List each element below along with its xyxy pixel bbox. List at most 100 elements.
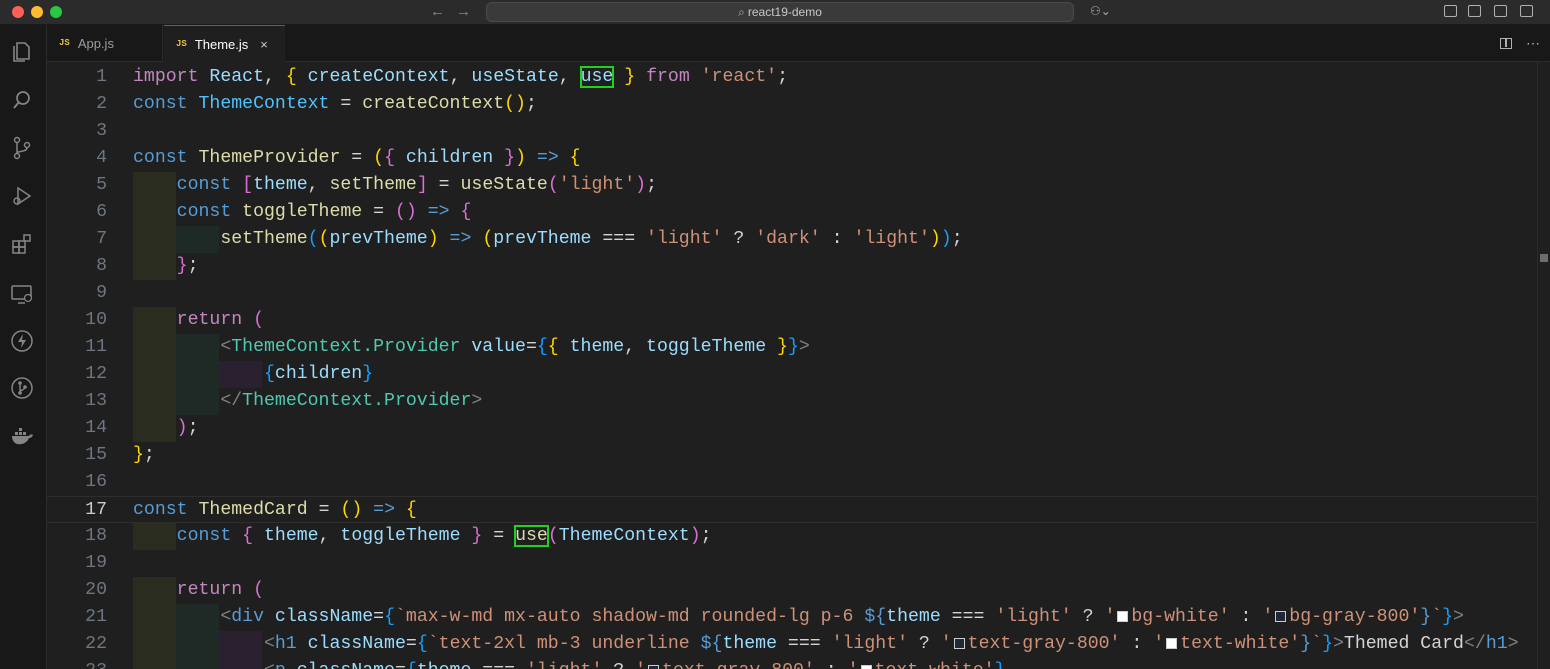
code-token: = — [395, 661, 406, 669]
lightning-icon[interactable] — [9, 328, 35, 354]
code-token: ; — [525, 94, 537, 114]
extensions-icon[interactable] — [9, 231, 35, 257]
highlighted-use-token: use — [514, 525, 549, 547]
code-line[interactable]: 2 const ThemeContext = createContext(); — [47, 91, 1537, 118]
code-token: value — [460, 337, 526, 357]
code-token: ' — [848, 661, 859, 669]
code-token: { — [569, 148, 581, 168]
code-token: ; — [951, 229, 963, 249]
code-line[interactable]: 18 const { theme, toggleTheme } = use(Th… — [47, 523, 1537, 550]
line-number: 11 — [85, 337, 107, 357]
code-token: : — [1120, 634, 1154, 654]
code-line[interactable]: 8 }; — [47, 253, 1537, 280]
files-icon[interactable] — [9, 39, 35, 65]
line-number: 9 — [96, 283, 107, 303]
more-actions-icon[interactable]: ⋯ — [1526, 35, 1540, 51]
close-tab-icon[interactable]: × — [260, 37, 268, 52]
code-token: = — [307, 500, 341, 520]
code-token: ${ — [864, 607, 887, 627]
git-graph-icon[interactable] — [9, 375, 35, 401]
code-line[interactable]: 19 — [47, 550, 1537, 577]
code-token: > — [1332, 634, 1344, 654]
close-window-button[interactable] — [12, 6, 24, 18]
code-text: return ( — [133, 577, 264, 604]
code-text: <div className={`max-w-md mx-auto shadow… — [133, 604, 1464, 631]
scrollbar-thumb[interactable] — [1540, 254, 1548, 262]
tab-theme-js[interactable]: JS Theme.js × — [164, 25, 285, 62]
code-line[interactable]: 7 setTheme((prevTheme) => (prevTheme ===… — [47, 226, 1537, 253]
code-token: toggleTheme — [242, 202, 363, 222]
source-control-icon[interactable] — [9, 135, 35, 161]
forward-arrow-icon[interactable]: → — [456, 3, 471, 20]
code-line[interactable]: 13 </ThemeContext.Provider> — [47, 388, 1537, 415]
run-debug-icon[interactable] — [9, 183, 35, 209]
command-center-search[interactable]: ⌕ react19-demo — [486, 2, 1074, 22]
code-token: ( — [504, 94, 516, 114]
tab-app-js[interactable]: JS App.js — [47, 25, 163, 61]
code-line[interactable]: 14 ); — [47, 415, 1537, 442]
color-swatch-icon[interactable] — [1117, 611, 1129, 622]
code-token: === — [591, 229, 647, 249]
code-line[interactable]: 17 const ThemedCard = () => { — [47, 496, 1537, 523]
editor-scrollbar[interactable] — [1537, 62, 1550, 669]
customize-layout-icon[interactable] — [1444, 5, 1457, 17]
code-line[interactable]: 12 {children} — [47, 361, 1537, 388]
code-line[interactable]: 4 const ThemeProvider = ({ children }) =>… — [47, 145, 1537, 172]
color-swatch-icon[interactable] — [648, 665, 660, 669]
remote-explorer-icon[interactable] — [9, 281, 35, 307]
color-swatch-icon[interactable] — [953, 638, 965, 649]
code-line[interactable]: 5 const [theme, setTheme] = useState('li… — [47, 172, 1537, 199]
copilot-icon[interactable]: ⚇⌄ — [1090, 4, 1111, 18]
code-text: }; — [133, 253, 199, 280]
code-line[interactable]: 10 return ( — [47, 307, 1537, 334]
code-token: = — [525, 337, 537, 357]
color-swatch-icon[interactable] — [1275, 611, 1287, 622]
code-text: <ThemeContext.Provider value={{ theme, t… — [133, 334, 809, 361]
code-line[interactable]: 6 const toggleTheme = () => { — [47, 199, 1537, 226]
toggle-secondary-sidebar-icon[interactable] — [1520, 5, 1533, 17]
code-line[interactable]: 15}; — [47, 442, 1537, 469]
code-line[interactable]: 16 — [47, 469, 1537, 496]
code-token: } — [1322, 634, 1333, 654]
code-token: > — [1507, 634, 1519, 654]
code-text: <h1 className={`text-2xl mb-3 underline … — [133, 631, 1519, 658]
split-editor-icon[interactable] — [1500, 38, 1513, 49]
color-swatch-icon[interactable] — [1166, 638, 1178, 649]
code-line[interactable]: 9 — [47, 280, 1537, 307]
code-line[interactable]: 22 <h1 className={`text-2xl mb-3 underli… — [47, 631, 1537, 658]
code-token: 'light' — [831, 634, 908, 654]
toggle-primary-sidebar-icon[interactable] — [1468, 5, 1481, 17]
code-token: ; — [777, 67, 789, 87]
code-token: setTheme — [133, 229, 308, 249]
line-number: 20 — [85, 580, 107, 600]
code-token: = — [427, 175, 461, 195]
toggle-panel-icon[interactable] — [1494, 5, 1507, 17]
code-editor[interactable]: 1 import React, { createContext, useState… — [47, 62, 1537, 669]
code-token: theme — [253, 526, 319, 546]
code-token: useState — [460, 175, 548, 195]
color-swatch-icon[interactable] — [860, 665, 872, 669]
code-token: < — [133, 607, 232, 627]
code-line[interactable]: 21 <div className={`max-w-md mx-auto sha… — [47, 604, 1537, 631]
code-token: ; — [187, 256, 199, 276]
code-token: text-gray-800' — [662, 661, 815, 669]
code-token: 'light' — [558, 175, 636, 195]
back-arrow-icon[interactable]: ← — [430, 3, 445, 20]
code-token: return — [133, 310, 254, 330]
code-text: const ThemedCard = () => { — [133, 497, 417, 524]
minimize-window-button[interactable] — [31, 6, 43, 18]
line-number: 12 — [85, 364, 107, 384]
code-line[interactable]: 1 import React, { createContext, useState… — [47, 64, 1537, 91]
code-line[interactable]: 3 — [47, 118, 1537, 145]
search-icon[interactable] — [9, 87, 35, 113]
maximize-window-button[interactable] — [50, 6, 62, 18]
line-number: 19 — [85, 553, 107, 573]
code-token: > — [471, 391, 483, 411]
code-token: => — [438, 229, 483, 249]
code-line[interactable]: 23 <p className={theme === 'light' ? ' te… — [47, 658, 1537, 669]
code-line[interactable]: 20 return ( — [47, 577, 1537, 604]
code-line[interactable]: 11 <ThemeContext.Provider value={{ theme… — [47, 334, 1537, 361]
docker-icon[interactable] — [9, 423, 35, 449]
line-number: 16 — [85, 472, 107, 492]
code-token: p — [275, 661, 286, 669]
